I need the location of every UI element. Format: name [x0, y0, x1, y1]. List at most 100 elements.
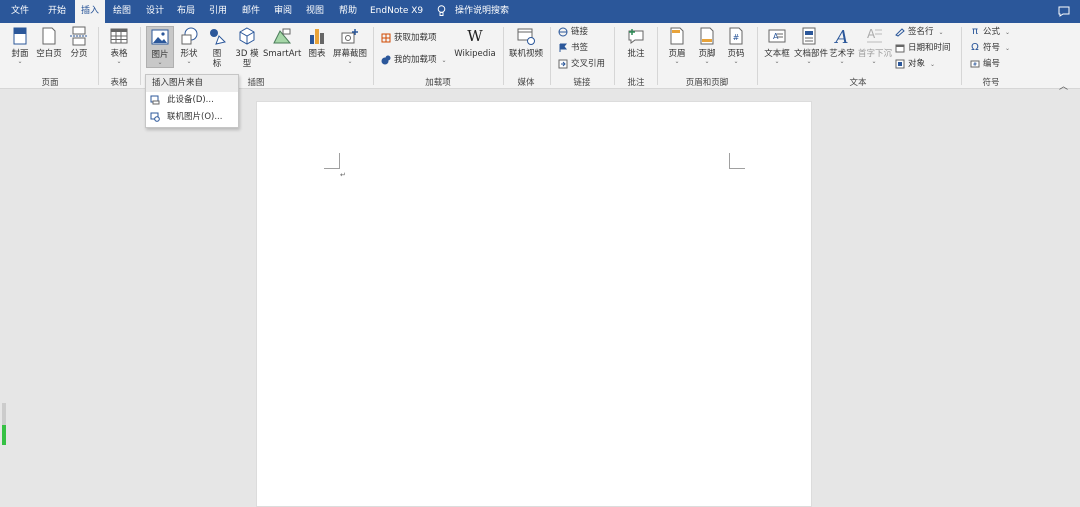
new-comment-label: 批注	[627, 49, 645, 59]
group-separator	[614, 27, 615, 85]
chart-button[interactable]: 图表	[306, 26, 328, 59]
tab-mailings[interactable]: 邮件	[236, 0, 266, 23]
cover-page-button[interactable]: 封面 ⌄	[9, 26, 31, 65]
wikipedia-button[interactable]: W Wikipedia	[454, 26, 496, 59]
tab-layout[interactable]: 布局	[171, 0, 201, 23]
text-box-button[interactable]: A 文本框 ⌄	[763, 26, 791, 65]
group-separator	[550, 27, 551, 85]
online-picture-icon	[150, 112, 160, 122]
collapse-ribbon-icon[interactable]: ︿	[1059, 79, 1068, 92]
tab-file[interactable]: 文件	[5, 0, 35, 23]
crop-mark-top-right	[729, 153, 745, 169]
pictures-button[interactable]: 图片 ⌄	[146, 26, 174, 68]
screenshot-button[interactable]: 屏幕截图 ⌄	[332, 26, 368, 65]
tell-me-search[interactable]: 操作说明搜索	[449, 0, 515, 23]
tab-design[interactable]: 设计	[140, 0, 170, 23]
number-button[interactable]: # 编号	[970, 58, 1000, 71]
store-icon	[381, 33, 391, 42]
equation-button[interactable]: π 公式 ⌄	[970, 26, 1010, 39]
page-number-icon: #	[729, 27, 743, 45]
symbol-label: 符号	[983, 43, 1001, 53]
signature-line-button[interactable]: 签名行 ⌄	[895, 26, 944, 39]
tab-endnote[interactable]: EndNote X9	[364, 0, 429, 23]
group-label-addins: 加载项	[425, 78, 451, 88]
cube-icon	[239, 27, 255, 45]
wikipedia-icon: W	[467, 27, 483, 45]
group-separator	[757, 27, 758, 85]
chart-label: 图表	[308, 49, 326, 59]
link-label: 链接	[571, 27, 589, 37]
object-button[interactable]: 对象 ⌄	[895, 58, 935, 71]
chevron-down-icon: ⌄	[871, 58, 877, 65]
group-label-header-footer: 页眉和页脚	[685, 78, 729, 88]
wikipedia-label: Wikipedia	[454, 49, 496, 59]
new-comment-button[interactable]: 批注	[624, 26, 648, 59]
globe-link-icon	[558, 27, 568, 36]
tab-help[interactable]: 帮助	[333, 0, 363, 23]
group-separator	[503, 27, 504, 85]
paragraph-mark: ↵	[340, 171, 346, 179]
left-scroll-indicator[interactable]	[2, 403, 6, 445]
addin-icon	[381, 55, 391, 64]
symbol-button[interactable]: Ω 符号 ⌄	[970, 42, 1010, 55]
shapes-icon	[181, 27, 198, 45]
pi-icon: π	[971, 25, 979, 37]
tab-insert[interactable]: 插入	[75, 0, 105, 23]
header-button[interactable]: 页眉 ⌄	[666, 26, 688, 65]
tab-home[interactable]: 开始	[42, 0, 72, 23]
cross-reference-button[interactable]: 交叉引用	[558, 58, 605, 71]
quick-parts-button[interactable]: 文档部件 ⌄	[794, 26, 828, 65]
get-addins-button[interactable]: 获取加载项	[381, 32, 437, 45]
group-label-pages: 页面	[41, 78, 59, 88]
tab-references[interactable]: 引用	[203, 0, 233, 23]
date-time-button[interactable]: 日期和时间	[895, 42, 951, 55]
chevron-down-icon: ⌄	[116, 58, 122, 65]
bookmark-label: 书签	[571, 43, 589, 53]
document-page[interactable]: ↵	[256, 101, 812, 507]
footer-button[interactable]: 页脚 ⌄	[696, 26, 718, 65]
page-break-icon	[70, 26, 88, 46]
chevron-down-icon: ⌄	[938, 29, 944, 36]
menu-item-this-device-label: 此设备(D)...	[167, 95, 214, 105]
calendar-icon	[895, 44, 905, 52]
my-addins-button[interactable]: 我的加载项 ⌄	[381, 54, 447, 67]
menu-item-online-pictures[interactable]: 联机图片(O)...	[146, 109, 238, 126]
text-box-icon: A	[768, 29, 786, 43]
tab-draw[interactable]: 绘图	[107, 0, 137, 23]
icons-label: 图 标	[212, 49, 222, 69]
page-break-button[interactable]: 分页	[67, 26, 91, 59]
get-addins-label: 获取加载项	[394, 33, 437, 43]
group-separator	[657, 27, 658, 85]
online-video-button[interactable]: 联机视频	[508, 26, 544, 59]
menu-item-this-device[interactable]: 此设备(D)...	[146, 92, 238, 109]
svg-text:A: A	[834, 27, 849, 46]
chevron-down-icon: ⌄	[839, 58, 845, 65]
object-label: 对象	[908, 59, 926, 69]
bookmark-button[interactable]: 书签	[558, 42, 588, 55]
shapes-button[interactable]: 形状 ⌄	[177, 26, 201, 65]
page-number-button[interactable]: # 页码 ⌄	[725, 26, 747, 65]
device-picture-icon	[150, 95, 160, 104]
icons-button[interactable]: 图 标	[206, 26, 228, 69]
equation-label: 公式	[983, 27, 1001, 37]
3d-models-button[interactable]: 3D 模 型	[233, 26, 261, 69]
group-label-comments: 批注	[627, 78, 645, 88]
tab-review[interactable]: 审阅	[268, 0, 298, 23]
menu-header: 插入图片来自	[146, 75, 238, 92]
lightbulb-icon	[437, 5, 446, 16]
blank-page-button[interactable]: 空白页	[35, 26, 63, 59]
chevron-down-icon: ⌄	[774, 58, 780, 65]
smartart-button[interactable]: SmartArt	[263, 26, 301, 59]
page-break-label: 分页	[70, 49, 88, 59]
comments-icon[interactable]	[1058, 6, 1070, 17]
smartart-icon	[273, 28, 292, 44]
3d-models-label: 3D 模 型	[235, 49, 259, 69]
table-button[interactable]: 表格 ⌄	[107, 26, 131, 65]
number-icon: #	[970, 60, 980, 68]
drop-cap-button[interactable]: A 首字下沉 ⌄	[858, 26, 892, 65]
online-video-label: 联机视频	[508, 49, 543, 59]
wordart-button[interactable]: A 艺术字 ⌄	[828, 26, 856, 65]
link-button[interactable]: 链接	[558, 26, 588, 39]
crop-mark-top-left	[324, 153, 340, 169]
tab-view[interactable]: 视图	[300, 0, 330, 23]
